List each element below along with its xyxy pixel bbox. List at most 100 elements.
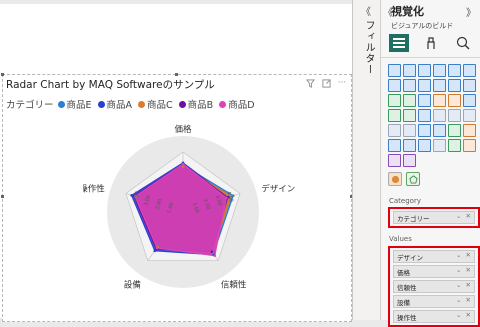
clustered-bar-icon[interactable]: [418, 64, 431, 77]
legend-label: 商品C: [147, 100, 173, 111]
filled-map-icon[interactable]: [403, 109, 416, 122]
custom-visual-icon[interactable]: [388, 172, 402, 186]
gauge-icon[interactable]: [433, 109, 446, 122]
visualizations-pane: 《 視覚化 》 ビジュアルのビルド Category カテゴリー ⌄ ✕ Val…: [381, 0, 480, 327]
qa-icon[interactable]: [418, 139, 431, 152]
scatter-icon[interactable]: [418, 94, 431, 107]
trophy-icon[interactable]: [463, 139, 476, 152]
decomposition-tree-icon[interactable]: [403, 139, 416, 152]
smart-narrative-icon[interactable]: [433, 139, 446, 152]
more-options-icon[interactable]: ···: [337, 78, 347, 88]
blank-cell: [463, 154, 474, 165]
100-column-icon[interactable]: [463, 64, 476, 77]
field-controls[interactable]: ⌄ ✕: [456, 251, 472, 259]
resize-handle[interactable]: [1, 195, 4, 198]
category-well[interactable]: カテゴリー ⌄ ✕: [388, 207, 480, 228]
field-pill-value[interactable]: 信頼性 ⌄ ✕: [393, 280, 475, 293]
legend-label: 商品E: [66, 100, 92, 111]
radar-axis-label: デザイン: [261, 184, 295, 195]
legend-dot: [219, 100, 227, 108]
focus-mode-icon[interactable]: [321, 78, 331, 88]
resize-handle[interactable]: [175, 73, 178, 76]
r-visual-icon[interactable]: [448, 124, 461, 137]
stacked-column-icon[interactable]: [403, 64, 416, 77]
radar-data-point: [155, 246, 159, 250]
slicer-icon[interactable]: [403, 124, 416, 137]
treemap-icon[interactable]: [463, 94, 476, 107]
divider-line: [381, 57, 480, 58]
analytics-icon: [456, 36, 470, 50]
build-visual-tab[interactable]: [389, 34, 409, 52]
field-pill-value[interactable]: 操作性 ⌄ ✕: [393, 310, 475, 323]
analytics-tab[interactable]: [453, 34, 473, 52]
format-visual-tab[interactable]: [421, 34, 441, 52]
legend-item[interactable]: 商品E: [57, 97, 92, 111]
visual-header-tools: ···: [305, 78, 347, 88]
custom-visuals-row: [388, 172, 420, 186]
waterfall-icon[interactable]: [388, 94, 401, 107]
pie-chart-icon[interactable]: [433, 94, 446, 107]
line-stacked-column-icon[interactable]: [448, 79, 461, 92]
legend-item[interactable]: 商品A: [97, 97, 132, 111]
values-well[interactable]: デザイン ⌄ ✕ 価格 ⌄ ✕ 信頼性 ⌄ ✕ 設備 ⌄ ✕ 操作性 ⌄ ✕: [388, 246, 480, 327]
radar-axis-label: 価格: [174, 124, 192, 135]
field-pill-value[interactable]: 設備 ⌄ ✕: [393, 295, 475, 308]
field-name: デザイン: [397, 253, 423, 262]
field-controls[interactable]: ⌄ ✕: [456, 266, 472, 274]
line-chart-icon[interactable]: [388, 79, 401, 92]
multi-row-card-icon[interactable]: [463, 109, 476, 122]
filter-icon[interactable]: [305, 78, 315, 88]
stacked-bar-icon[interactable]: [388, 64, 401, 77]
report-page: Radar Chart by MAQ Softwareのサンプル ··· カテゴ…: [0, 4, 353, 322]
field-pill-value[interactable]: 価格 ⌄ ✕: [393, 265, 475, 278]
100-bar-icon[interactable]: [448, 64, 461, 77]
map-icon[interactable]: [388, 109, 401, 122]
ribbon-chart-icon[interactable]: [463, 79, 476, 92]
field-name: 操作性: [397, 313, 417, 322]
blank-cell: [448, 154, 459, 165]
radar-data-point: [181, 165, 185, 168]
radar-visual[interactable]: Radar Chart by MAQ Softwareのサンプル ··· カテゴ…: [1, 73, 353, 322]
shape-map-icon[interactable]: [418, 109, 431, 122]
resize-handle[interactable]: [1, 73, 4, 76]
line-column-icon[interactable]: [433, 79, 446, 92]
field-controls[interactable]: ⌄ ✕: [456, 311, 472, 319]
table-icon[interactable]: [418, 124, 431, 137]
paginated-report-icon[interactable]: [448, 139, 461, 152]
python-visual-icon[interactable]: [463, 124, 476, 137]
stacked-area-icon[interactable]: [418, 79, 431, 92]
field-controls[interactable]: ⌄ ✕: [456, 281, 472, 289]
filters-pane-collapsed[interactable]: 《 フィルター: [353, 0, 381, 320]
field-controls[interactable]: ⌄ ✕: [456, 212, 472, 220]
expand-filters-icon[interactable]: 《: [361, 3, 371, 18]
clustered-column-icon[interactable]: [433, 64, 446, 77]
legend-dot: [138, 100, 146, 108]
legend-dot: [57, 100, 65, 108]
donut-chart-icon[interactable]: [448, 94, 461, 107]
fields-icon: [393, 38, 405, 48]
legend-item[interactable]: 商品B: [178, 97, 214, 111]
funnel-icon[interactable]: [403, 94, 416, 107]
radar-visual-icon[interactable]: [406, 172, 420, 186]
matrix-icon[interactable]: [433, 124, 446, 137]
diamond-icon[interactable]: [388, 154, 401, 167]
radar-data-point: [181, 162, 185, 166]
field-controls[interactable]: ⌄ ✕: [456, 296, 472, 304]
legend-item[interactable]: 商品D: [219, 97, 255, 111]
kpi-icon[interactable]: [388, 124, 401, 137]
legend-item[interactable]: 商品C: [138, 97, 173, 111]
expand-viz-icon[interactable]: 》: [466, 4, 476, 19]
area-chart-icon[interactable]: [403, 79, 416, 92]
radar-data-point: [213, 254, 217, 257]
field-name: 設備: [397, 298, 410, 307]
power-apps-icon[interactable]: [403, 154, 416, 167]
field-pill-category[interactable]: カテゴリー ⌄ ✕: [393, 211, 475, 224]
radar-axis-label: 信頼性: [221, 279, 247, 290]
visual-type-gallery: [388, 64, 476, 167]
more-visuals-icon[interactable]: [418, 154, 429, 165]
field-pill-value[interactable]: デザイン ⌄ ✕: [393, 250, 475, 263]
viz-pane-title: 視覚化: [391, 5, 424, 18]
key-influencers-icon[interactable]: [388, 139, 401, 152]
legend-label: 商品B: [187, 100, 214, 111]
card-icon[interactable]: [448, 109, 461, 122]
